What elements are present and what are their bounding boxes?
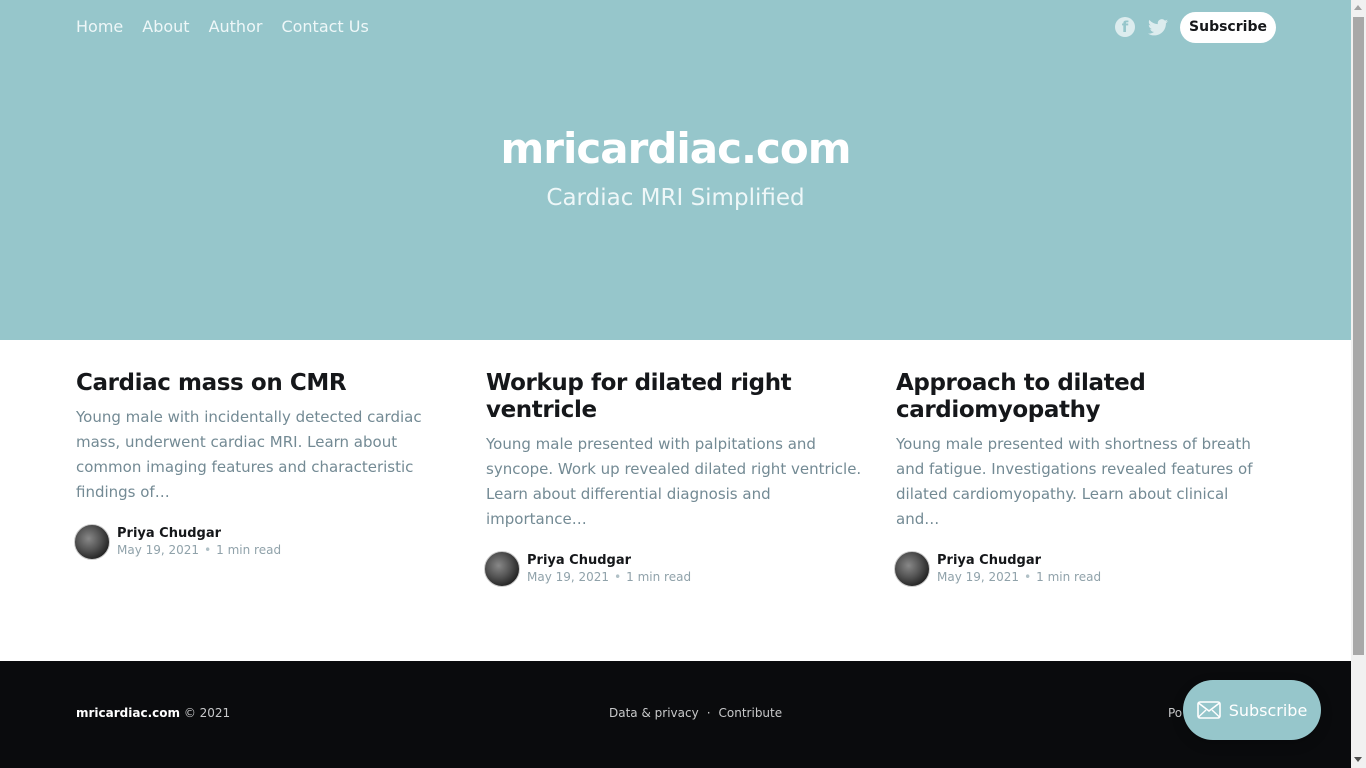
meta-separator: •	[1024, 570, 1032, 584]
site-footer: mricardiac.com © 2021 Data & privacy · C…	[0, 661, 1351, 768]
post-date: May 19, 2021	[117, 543, 200, 557]
scrollbar-thumb[interactable]	[1353, 17, 1364, 655]
author-name[interactable]: Priya Chudgar	[527, 552, 691, 569]
footer-copyright: mricardiac.com © 2021	[76, 706, 230, 720]
post-meta: Priya Chudgar May 19, 2021 • 1 min read	[74, 524, 455, 560]
powered-by[interactable]: Po	[1168, 706, 1182, 720]
author-avatar[interactable]	[74, 524, 110, 560]
site-description: Cardiac MRI Simplified	[546, 185, 805, 211]
facebook-icon[interactable]: f	[1115, 17, 1135, 37]
main-nav: Home About Author Contact Us	[76, 16, 369, 38]
site-header: Home About Author Contact Us f Subscribe…	[0, 0, 1351, 340]
post-meta: Priya Chudgar May 19, 2021 • 1 min read	[484, 551, 865, 587]
nav-contact-us[interactable]: Contact Us	[281, 16, 368, 38]
footer-site-link[interactable]: mricardiac.com	[76, 706, 180, 720]
author-name[interactable]: Priya Chudgar	[117, 525, 281, 542]
post-date: May 19, 2021	[937, 570, 1020, 584]
portal-subscribe-button[interactable]: Subscribe	[1183, 680, 1321, 740]
nav-home[interactable]: Home	[76, 16, 123, 38]
post-card[interactable]: Workup for dilated right ventricle Young…	[484, 370, 865, 587]
copyright-text: © 2021	[183, 706, 231, 720]
author-avatar[interactable]	[894, 551, 930, 587]
footer-link-data-privacy[interactable]: Data & privacy	[609, 706, 699, 720]
read-time: 1 min read	[216, 543, 282, 557]
post-card[interactable]: Cardiac mass on CMR Young male with inci…	[74, 370, 455, 587]
author-avatar[interactable]	[484, 551, 520, 587]
site-title: mricardiac.com	[500, 124, 852, 173]
nav-about[interactable]: About	[142, 16, 189, 38]
envelope-icon	[1196, 701, 1221, 719]
scroll-down-icon[interactable]	[1354, 757, 1362, 762]
footer-separator: ·	[706, 706, 711, 720]
portal-subscribe-label: Subscribe	[1228, 700, 1308, 720]
nav-author[interactable]: Author	[209, 16, 263, 38]
twitter-icon[interactable]	[1148, 19, 1168, 36]
post-excerpt: Young male with incidentally detected ca…	[76, 408, 422, 501]
page: Home About Author Contact Us f Subscribe…	[0, 0, 1351, 768]
read-time: 1 min read	[1036, 570, 1102, 584]
vertical-scrollbar[interactable]	[1351, 0, 1366, 768]
footer-link-contribute[interactable]: Contribute	[719, 706, 783, 720]
post-date: May 19, 2021	[527, 570, 610, 584]
meta-separator: •	[614, 570, 622, 584]
footer-nav: Data & privacy · Contribute	[609, 706, 782, 720]
scroll-up-icon[interactable]	[1354, 5, 1362, 10]
post-title[interactable]: Approach to dilated cardiomyopathy	[896, 370, 1275, 424]
post-excerpt: Young male presented with shortness of b…	[896, 435, 1253, 528]
meta-separator: •	[204, 543, 212, 557]
post-excerpt: Young male presented with palpitations a…	[486, 435, 862, 528]
post-card[interactable]: Approach to dilated cardiomyopathy Young…	[894, 370, 1275, 587]
post-title[interactable]: Workup for dilated right ventricle	[486, 370, 865, 424]
subscribe-button[interactable]: Subscribe	[1180, 12, 1276, 43]
read-time: 1 min read	[626, 570, 692, 584]
author-name[interactable]: Priya Chudgar	[937, 552, 1101, 569]
post-title[interactable]: Cardiac mass on CMR	[76, 370, 455, 397]
post-meta: Priya Chudgar May 19, 2021 • 1 min read	[894, 551, 1275, 587]
post-feed: Cardiac mass on CMR Young male with inci…	[74, 370, 1276, 587]
